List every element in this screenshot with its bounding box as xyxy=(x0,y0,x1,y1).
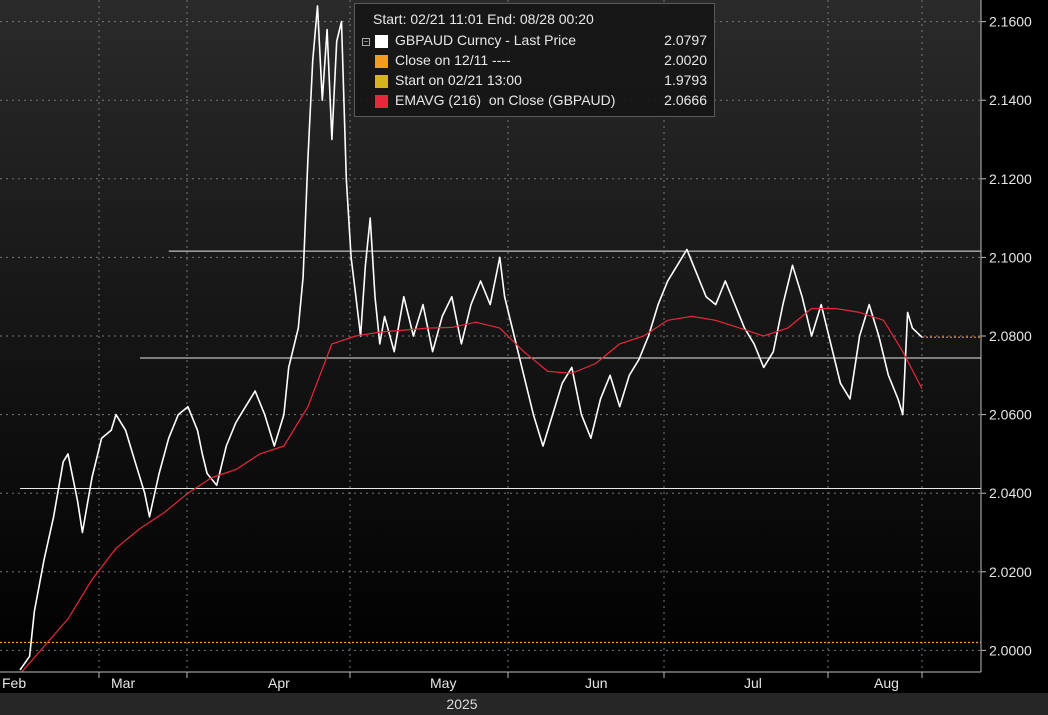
legend-swatch xyxy=(375,35,388,48)
y-tick-label: 2.0200 xyxy=(989,564,1032,580)
legend-item-emavg[interactable]: EMAVG (216) on Close (GBPAUD) 2.0666 xyxy=(373,92,709,110)
x-tick-label: Apr xyxy=(268,675,290,691)
legend-item-name: Close on 12/11 ---- xyxy=(395,52,511,68)
legend-item-value: 1.9793 xyxy=(664,72,707,88)
legend-item-name: GBPAUD Curncy - Last Price xyxy=(395,32,577,48)
y-tick-label: 2.1200 xyxy=(989,171,1032,187)
x-tick-label: Feb xyxy=(2,675,26,691)
legend-item-value: 2.0666 xyxy=(664,92,707,108)
y-tick-label: 2.0600 xyxy=(989,407,1032,423)
x-tick-label: Jun xyxy=(585,675,608,691)
legend-header: Start: 02/21 11:01 End: 08/28 00:20 xyxy=(373,11,594,27)
legend-item-last-price[interactable]: GBPAUD Curncy - Last Price 2.0797 xyxy=(373,32,709,50)
legend-swatch xyxy=(375,75,388,88)
legend-item-value: 2.0020 xyxy=(664,52,707,68)
y-tick-label: 2.1000 xyxy=(989,249,1032,265)
legend-item-start[interactable]: Start on 02/21 13:00 1.9793 xyxy=(373,72,709,90)
y-tick-label: 2.0400 xyxy=(989,485,1032,501)
x-tick-label: Mar xyxy=(111,675,135,691)
y-axis: 2.0000 2.0200 2.0400 2.0600 2.0800 2.1000 2.12… xyxy=(981,14,1032,658)
x-tick-label: Jul xyxy=(744,675,762,691)
y-tick-label: 2.0000 xyxy=(989,642,1032,658)
y-tick-label: 2.1600 xyxy=(989,14,1032,30)
legend-swatch xyxy=(375,55,388,68)
x-tick-label: Aug xyxy=(874,675,899,691)
legend-item-value: 2.0797 xyxy=(664,32,707,48)
legend-box: Start: 02/21 11:01 End: 08/28 00:20 − GB… xyxy=(354,3,715,117)
year-band xyxy=(0,693,1048,715)
legend-item-name: Start on 02/21 13:00 xyxy=(395,72,522,88)
legend-collapse-icon[interactable]: − xyxy=(362,38,370,46)
legend-item-close[interactable]: Close on 12/11 ---- 2.0020 xyxy=(373,52,709,70)
x-axis: Feb Mar Apr May Jun Jul Aug xyxy=(2,672,923,691)
legend-item-name: EMAVG (216) on Close (GBPAUD) xyxy=(395,92,616,108)
year-label: 2025 xyxy=(446,696,477,712)
legend-swatch xyxy=(375,95,388,108)
y-tick-label: 2.0800 xyxy=(989,328,1032,344)
x-tick-label: May xyxy=(430,675,456,691)
y-tick-label: 2.1400 xyxy=(989,92,1032,108)
